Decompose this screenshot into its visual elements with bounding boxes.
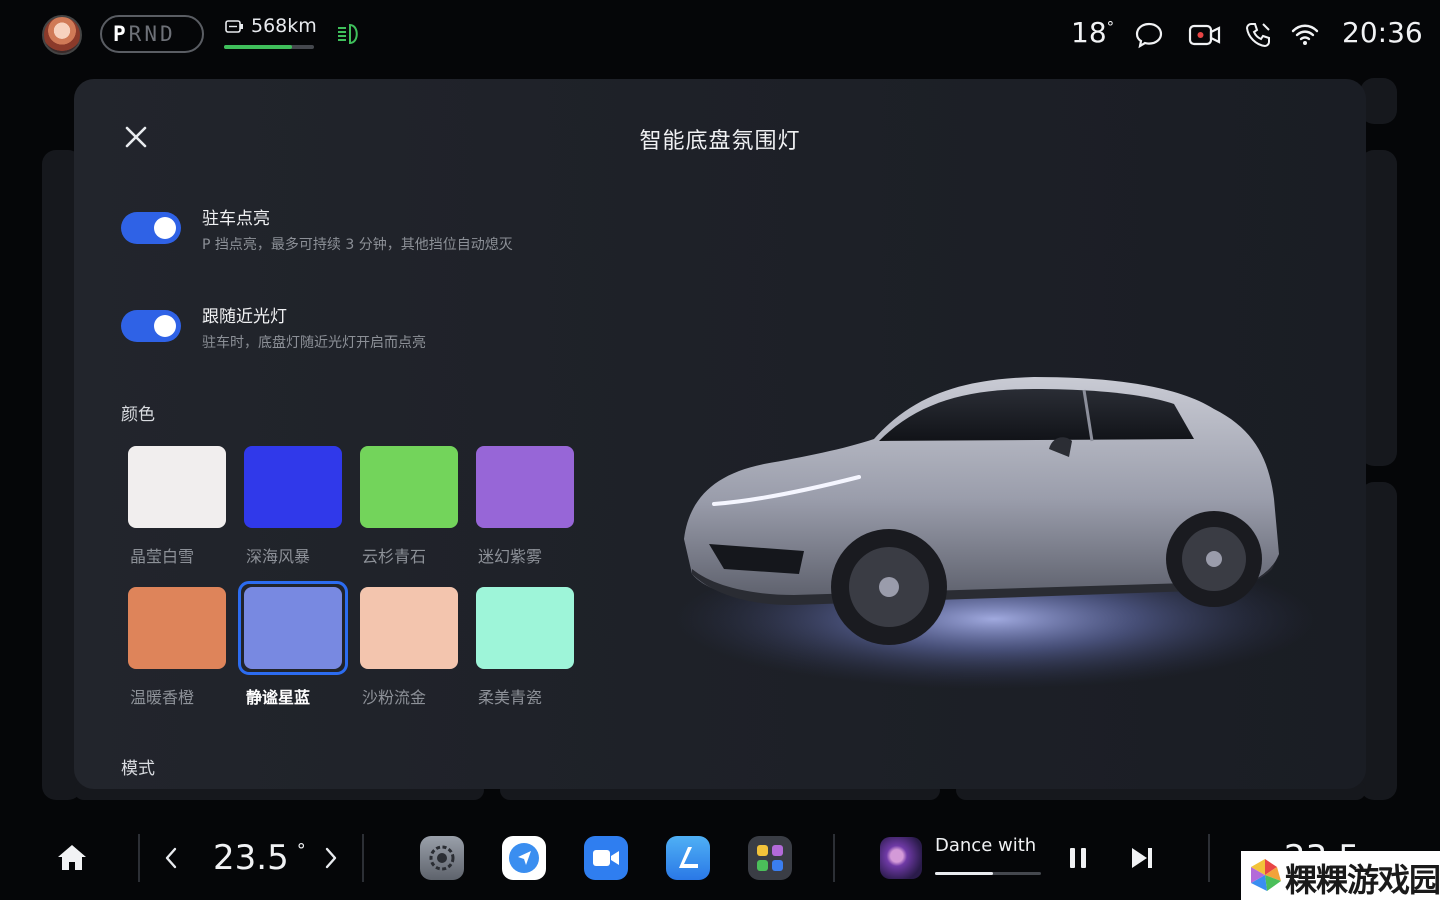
color-swatch-deep-sea-storm[interactable] — [244, 446, 342, 528]
gear-n: N — [144, 22, 160, 46]
song-title: Dance with — [935, 835, 1035, 856]
user-avatar[interactable] — [42, 15, 82, 55]
gear-icon — [429, 845, 455, 871]
color-label: 云杉青石 — [362, 547, 427, 566]
color-swatch-snow-white[interactable] — [128, 446, 226, 528]
modal-title: 智能底盘氛围灯 — [639, 129, 801, 154]
follow-low-beam-title: 跟随近光灯 — [202, 307, 287, 327]
watermark-logo-icon — [1251, 859, 1281, 891]
outside-temp-value: 18 — [1071, 16, 1107, 49]
pause-icon[interactable] — [1065, 845, 1091, 871]
wifi-icon[interactable] — [1290, 20, 1320, 50]
divider — [362, 834, 364, 882]
home-icon[interactable] — [56, 842, 88, 872]
app-launcher-icon[interactable] — [748, 836, 792, 880]
car-preview-image — [674, 377, 1314, 689]
color-label-selected: 静谧星蓝 — [246, 688, 311, 707]
color-swatch-celadon[interactable] — [476, 587, 574, 669]
bottom-dock: 23.5 ° Dance with — [0, 812, 1440, 900]
follow-low-beam-desc: 驻车时，底盘灯随近光灯开启而点亮 — [202, 335, 426, 351]
gear-r: R — [128, 22, 145, 46]
next-track-icon[interactable] — [1129, 845, 1155, 871]
color-swatch-sand-pink[interactable] — [360, 587, 458, 669]
song-progress-bar[interactable] — [935, 872, 1041, 875]
cabin-temp-unit: ° — [296, 840, 306, 861]
navigation-arrow-icon — [509, 843, 539, 873]
cabin-temperature: 23.5 ° — [213, 838, 306, 878]
phone-icon[interactable] — [1243, 20, 1273, 50]
gear-indicator: PRND — [100, 15, 204, 53]
parking-light-desc: P 挡点亮，最多可持续 3 分钟，其他挡位自动熄灭 — [202, 237, 513, 253]
watermark-text: 粿粿游戏园 — [1285, 861, 1440, 899]
divider — [1208, 834, 1210, 882]
range-bar — [224, 45, 314, 49]
song-progress-fill — [935, 872, 994, 875]
gear-d: D — [159, 22, 176, 46]
color-label: 柔美青瓷 — [478, 688, 543, 707]
gear-p: P — [113, 22, 129, 46]
color-swatch-warm-orange[interactable] — [128, 587, 226, 669]
cabin-temp-value: 23.5 — [213, 838, 289, 878]
range-text: 568km — [251, 15, 317, 37]
color-section-label: 颜色 — [121, 405, 155, 425]
clock: 20:36 — [1342, 16, 1423, 49]
seat-app-icon[interactable] — [666, 836, 710, 880]
seat-icon — [679, 847, 698, 868]
album-art[interactable] — [880, 837, 922, 879]
color-swatch-spruce-green[interactable] — [360, 446, 458, 528]
site-watermark: 粿粿游戏园 — [1241, 851, 1440, 900]
color-swatch-star-blue[interactable] — [238, 581, 348, 675]
temp-decrease-chevron-left-icon[interactable] — [162, 845, 180, 871]
status-bar: PRND 568km 18° 20:36 — [0, 0, 1440, 70]
navigation-app-icon[interactable] — [502, 836, 546, 880]
color-label: 迷幻紫雾 — [478, 547, 543, 566]
toggle-knob — [154, 315, 176, 337]
ambient-light-modal: 智能底盘氛围灯 驻车点亮 P 挡点亮，最多可持续 3 分钟，其他挡位自动熄灭 跟… — [74, 79, 1366, 789]
outside-temperature: 18° — [1071, 16, 1114, 49]
toggle-knob — [154, 217, 176, 239]
follow-low-beam-toggle[interactable] — [121, 310, 181, 342]
video-call-app-icon[interactable] — [584, 836, 628, 880]
camera-icon[interactable] — [1188, 20, 1222, 50]
parking-light-toggle[interactable] — [121, 212, 181, 244]
grid-apps-icon — [757, 845, 783, 871]
color-label: 温暖香橙 — [130, 688, 195, 707]
settings-app-icon[interactable] — [420, 836, 464, 880]
battery-icon — [225, 20, 243, 33]
mode-section-label: 模式 — [121, 759, 155, 779]
parking-light-title: 驻车点亮 — [202, 209, 270, 229]
color-swatch-psychedelic-purple[interactable] — [476, 446, 574, 528]
headlight-icon — [338, 23, 358, 45]
divider — [833, 834, 835, 882]
temp-increase-chevron-right-icon[interactable] — [322, 845, 340, 871]
color-label: 晶莹白雪 — [130, 547, 195, 566]
outside-temp-unit: ° — [1106, 18, 1115, 36]
color-label: 深海风暴 — [246, 547, 311, 566]
range-bar-fill — [224, 45, 292, 49]
divider — [138, 834, 140, 882]
video-camera-icon — [593, 850, 619, 866]
color-label: 沙粉流金 — [362, 688, 427, 707]
message-icon[interactable] — [1134, 20, 1164, 50]
